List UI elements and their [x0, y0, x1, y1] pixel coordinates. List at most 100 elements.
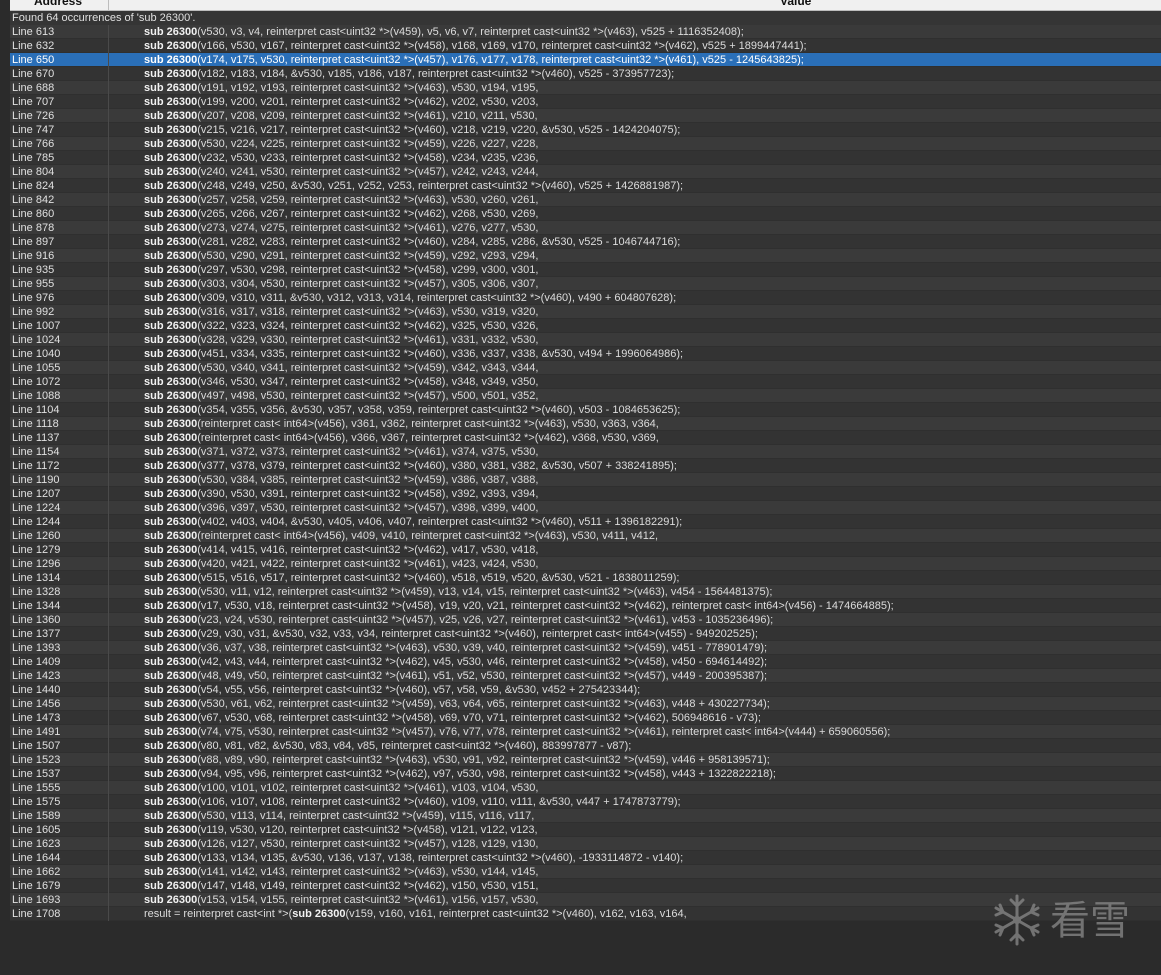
- match-highlight: sub 26300: [144, 684, 198, 696]
- result-row[interactable]: Line 1393 sub 26300(v36, v37, v38, reinte…: [10, 641, 1161, 655]
- row-column-divider: [108, 879, 109, 893]
- result-row[interactable]: Line 804 sub 26300(v240, v241, v530, rein…: [10, 165, 1161, 179]
- result-row[interactable]: Line 1623 sub 26300(v126, v127, v530, rei…: [10, 837, 1161, 851]
- result-row[interactable]: Line 1007 sub 26300(v322, v323, v324, rei…: [10, 319, 1161, 333]
- result-row[interactable]: Line 1296 sub 26300(v420, v421, v422, rei…: [10, 557, 1161, 571]
- result-address: Line 747: [12, 124, 55, 136]
- column-divider[interactable]: [108, 0, 109, 10]
- result-row[interactable]: Line 1224 sub 26300(v396, v397, v530, rei…: [10, 501, 1161, 515]
- value-args: (v88, v89, v90, reinterpret cast<uint32 …: [197, 754, 770, 766]
- result-row[interactable]: Line 1409 sub 26300(v42, v43, v44, reinte…: [10, 655, 1161, 669]
- result-row[interactable]: Line 1555 sub 26300(v100, v101, v102, rei…: [10, 781, 1161, 795]
- result-row[interactable]: Line 670 sub 26300(v182, v183, v184, &v53…: [10, 67, 1161, 81]
- result-row[interactable]: Line 935 sub 26300(v297, v530, v298, rein…: [10, 263, 1161, 277]
- row-column-divider: [108, 165, 109, 179]
- row-column-divider: [108, 753, 109, 767]
- result-row[interactable]: Line 878 sub 26300(v273, v274, v275, rein…: [10, 221, 1161, 235]
- result-address: Line 785: [12, 152, 55, 164]
- result-row[interactable]: Line 1104 sub 26300(v354, v355, v356, &v5…: [10, 403, 1161, 417]
- result-row[interactable]: Line 1118 sub 26300(reinterpret cast< int…: [10, 417, 1161, 431]
- row-column-divider: [108, 837, 109, 851]
- value-args: (v207, v208, v209, reinterpret cast<uint…: [197, 110, 538, 122]
- result-value: sub 26300(v530, v340, v341, reinterpret …: [144, 361, 538, 375]
- result-address: Line 1473: [12, 712, 61, 724]
- result-row[interactable]: Line 613 sub 26300(v530, v3, v4, reinterp…: [10, 25, 1161, 39]
- result-row[interactable]: Line 1644 sub 26300(v133, v134, v135, &v5…: [10, 851, 1161, 865]
- result-value: sub 26300(v36, v37, v38, reinterpret cas…: [144, 641, 767, 655]
- match-highlight: sub 26300: [144, 180, 198, 192]
- result-row[interactable]: Line 688 sub 26300(v191, v192, v193, rein…: [10, 81, 1161, 95]
- result-row[interactable]: Line 1137 sub 26300(reinterpret cast< int…: [10, 431, 1161, 445]
- result-row[interactable]: Line 1679 sub 26300(v147, v148, v149, rei…: [10, 879, 1161, 893]
- result-row[interactable]: Line 1708 result = reinterpret cast<int *…: [10, 907, 1161, 921]
- value-args: (v74, v75, v530, reinterpret cast<uint32…: [197, 726, 891, 738]
- result-row[interactable]: Line 707 sub 26300(v199, v200, v201, rein…: [10, 95, 1161, 109]
- result-address: Line 632: [12, 40, 55, 52]
- match-highlight: sub 26300: [144, 852, 198, 864]
- result-value: sub 26300(reinterpret cast< int64>(v456)…: [144, 417, 659, 431]
- result-row[interactable]: Line 1314 sub 26300(v515, v516, v517, rei…: [10, 571, 1161, 585]
- result-row[interactable]: Line 1260 sub 26300(reinterpret cast< int…: [10, 529, 1161, 543]
- match-highlight: sub 26300: [144, 894, 198, 906]
- result-row[interactable]: Line 1172 sub 26300(v377, v378, v379, rei…: [10, 459, 1161, 473]
- result-row[interactable]: Line 1662 sub 26300(v141, v142, v143, rei…: [10, 865, 1161, 879]
- result-row[interactable]: Line 897 sub 26300(v281, v282, v283, rein…: [10, 235, 1161, 249]
- result-row[interactable]: Line 632 sub 26300(v166, v530, v167, rein…: [10, 39, 1161, 53]
- result-row[interactable]: Line 1440 sub 26300(v54, v55, v56, reinte…: [10, 683, 1161, 697]
- result-row[interactable]: Line 1190 sub 26300(v530, v384, v385, rei…: [10, 473, 1161, 487]
- result-row[interactable]: Line 1040 sub 26300(v451, v334, v335, rei…: [10, 347, 1161, 361]
- result-row[interactable]: Line 1154 sub 26300(v371, v372, v373, rei…: [10, 445, 1161, 459]
- result-row[interactable]: Line 1575 sub 26300(v106, v107, v108, rei…: [10, 795, 1161, 809]
- result-row[interactable]: Line 1088 sub 26300(v497, v498, v530, rei…: [10, 389, 1161, 403]
- result-row[interactable]: Line 1537 sub 26300(v94, v95, v96, reinte…: [10, 767, 1161, 781]
- value-args: (v346, v530, v347, reinterpret cast<uint…: [197, 376, 539, 388]
- result-row[interactable]: Line 766 sub 26300(v530, v224, v225, rein…: [10, 137, 1161, 151]
- result-row[interactable]: Line 992 sub 26300(v316, v317, v318, rein…: [10, 305, 1161, 319]
- result-address: Line 1644: [12, 852, 61, 864]
- result-row[interactable]: Line 1456 sub 26300(v530, v61, v62, reint…: [10, 697, 1161, 711]
- result-row[interactable]: Line 824 sub 26300(v248, v249, v250, &v53…: [10, 179, 1161, 193]
- result-value: sub 26300(v147, v148, v149, reinterpret …: [144, 879, 538, 893]
- match-highlight: sub 26300: [144, 208, 198, 220]
- result-row[interactable]: Line 726 sub 26300(v207, v208, v209, rein…: [10, 109, 1161, 123]
- result-row[interactable]: Line 1589 sub 26300(v530, v113, v114, rei…: [10, 809, 1161, 823]
- result-row[interactable]: Line 747 sub 26300(v215, v216, v217, rein…: [10, 123, 1161, 137]
- result-row[interactable]: Line 1207 sub 26300(v390, v530, v391, rei…: [10, 487, 1161, 501]
- result-row[interactable]: Line 1344 sub 26300(v17, v530, v18, reint…: [10, 599, 1161, 613]
- address-column-header[interactable]: Address: [34, 0, 82, 8]
- result-row[interactable]: Line 955 sub 26300(v303, v304, v530, rein…: [10, 277, 1161, 291]
- match-highlight: sub 26300: [144, 670, 198, 682]
- result-row[interactable]: Line 1473 sub 26300(v67, v530, v68, reint…: [10, 711, 1161, 725]
- result-value: sub 26300(v141, v142, v143, reinterpret …: [144, 865, 538, 879]
- result-row[interactable]: Line 1377 sub 26300(v29, v30, v31, &v530,…: [10, 627, 1161, 641]
- result-row[interactable]: Line 842 sub 26300(v257, v258, v259, rein…: [10, 193, 1161, 207]
- result-row-selected[interactable]: Line 650 sub 26300(v174, v175, v530, rein…: [10, 53, 1161, 67]
- result-row[interactable]: Line 916 sub 26300(v530, v290, v291, rein…: [10, 249, 1161, 263]
- result-row[interactable]: Line 1244 sub 26300(v402, v403, v404, &v5…: [10, 515, 1161, 529]
- result-row[interactable]: Line 1491 sub 26300(v74, v75, v530, reint…: [10, 725, 1161, 739]
- result-row[interactable]: Line 1024 sub 26300(v328, v329, v330, rei…: [10, 333, 1161, 347]
- row-column-divider: [108, 193, 109, 207]
- value-column-header[interactable]: Value: [780, 0, 811, 8]
- result-row[interactable]: Line 1423 sub 26300(v48, v49, v50, reinte…: [10, 669, 1161, 683]
- row-column-divider: [108, 137, 109, 151]
- result-row[interactable]: Line 1328 sub 26300(v530, v11, v12, reint…: [10, 585, 1161, 599]
- result-row[interactable]: Line 860 sub 26300(v265, v266, v267, rein…: [10, 207, 1161, 221]
- result-address: Line 1409: [12, 656, 61, 668]
- row-column-divider: [108, 613, 109, 627]
- result-row[interactable]: Line 1072 sub 26300(v346, v530, v347, rei…: [10, 375, 1161, 389]
- result-row[interactable]: Line 1605 sub 26300(v119, v530, v120, rei…: [10, 823, 1161, 837]
- result-row[interactable]: Line 1279 sub 26300(v414, v415, v416, rei…: [10, 543, 1161, 557]
- result-row[interactable]: Line 1507 sub 26300(v80, v81, v82, &v530,…: [10, 739, 1161, 753]
- result-value: sub 26300(v497, v498, v530, reinterpret …: [144, 389, 538, 403]
- result-row[interactable]: Line 976 sub 26300(v309, v310, v311, &v53…: [10, 291, 1161, 305]
- result-row[interactable]: Line 785 sub 26300(v232, v530, v233, rein…: [10, 151, 1161, 165]
- result-row[interactable]: Line 1360 sub 26300(v23, v24, v530, reint…: [10, 613, 1161, 627]
- result-value: sub 26300(v166, v530, v167, reinterpret …: [144, 39, 807, 53]
- result-row[interactable]: Line 1693 sub 26300(v153, v154, v155, rei…: [10, 893, 1161, 907]
- result-address: Line 1693: [12, 894, 61, 906]
- result-row[interactable]: Line 1523 sub 26300(v88, v89, v90, reinte…: [10, 753, 1161, 767]
- result-row[interactable]: Line 1055 sub 26300(v530, v340, v341, rei…: [10, 361, 1161, 375]
- result-address: Line 1605: [12, 824, 61, 836]
- result-value: sub 26300(v316, v317, v318, reinterpret …: [144, 305, 538, 319]
